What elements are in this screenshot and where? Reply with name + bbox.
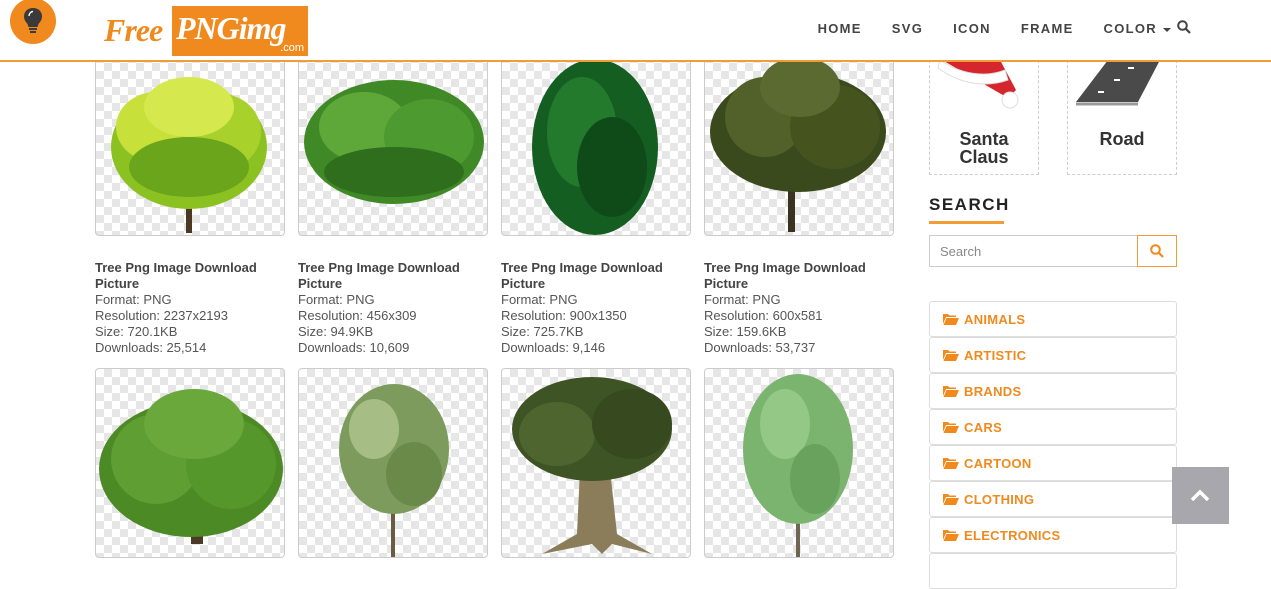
category-label: CARS <box>964 420 1003 435</box>
card-title[interactable]: Tree Png Image Download Picture <box>95 260 285 292</box>
category-card-santa-claus[interactable]: Santa Claus <box>929 60 1039 175</box>
logo-box: PNGimg .com <box>172 6 308 56</box>
card-info-4: Tree Png Image Download Picture Format: … <box>704 260 894 356</box>
category-artistic[interactable]: ARTISTIC <box>929 337 1177 373</box>
conifer-image <box>532 59 658 235</box>
category-label: ARTISTIC <box>964 348 1027 363</box>
baobab-image <box>512 377 672 554</box>
nav-frame[interactable]: FRAME <box>1021 21 1074 36</box>
card-downloads: Downloads: 10,609 <box>298 340 410 355</box>
search-heading: SEARCH <box>929 195 1010 214</box>
image-tile-tree-2[interactable] <box>298 46 488 236</box>
image-tile-tree-6[interactable] <box>298 368 488 558</box>
folder-open-icon <box>943 386 959 397</box>
category-cars[interactable]: CARS <box>929 409 1177 445</box>
caret-down-icon <box>1163 27 1171 32</box>
category-clothing[interactable]: CLOTHING <box>929 481 1177 517</box>
category-label: CARTOON <box>964 456 1032 471</box>
card-format: Format: PNG <box>298 292 375 307</box>
bush-image <box>304 80 484 204</box>
card-resolution: Resolution: 600x581 <box>704 308 823 323</box>
category-label: BRANDS <box>964 384 1022 399</box>
card-size: Size: 159.6KB <box>704 324 787 339</box>
image-tile-tree-4[interactable] <box>704 46 894 236</box>
category-label: ANIMALS <box>964 312 1026 327</box>
card-title[interactable]: Tree Png Image Download Picture <box>298 260 488 292</box>
category-card-road[interactable]: Road <box>1067 60 1177 175</box>
category-brands[interactable]: BRANDS <box>929 373 1177 409</box>
card-resolution: Resolution: 2237x2193 <box>95 308 228 323</box>
category-cartoon[interactable]: CARTOON <box>929 445 1177 481</box>
nav-home[interactable]: HOME <box>818 21 862 36</box>
card-downloads: Downloads: 9,146 <box>501 340 606 355</box>
logo-free-text: Free <box>104 12 163 48</box>
folder-open-icon <box>943 350 959 361</box>
lightbulb-icon[interactable] <box>10 0 56 44</box>
nav-color[interactable]: COLOR <box>1104 21 1171 36</box>
card-size: Size: 94.9KB <box>298 324 374 339</box>
santa-hat-image <box>937 60 1019 109</box>
search-icon <box>1150 244 1164 258</box>
card-resolution: Resolution: 900x1350 <box>501 308 627 323</box>
card-size: Size: 725.7KB <box>501 324 584 339</box>
card-size: Size: 720.1KB <box>95 324 178 339</box>
category-animals[interactable]: ANIMALS <box>929 301 1177 337</box>
category-next[interactable] <box>929 553 1177 589</box>
category-label: ELECTRONICS <box>964 528 1061 543</box>
card-format: Format: PNG <box>704 292 781 307</box>
site-header: Free PNGimg .com HOME SVG ICON FRAME COL… <box>0 0 1271 62</box>
card-info-2: Tree Png Image Download Picture Format: … <box>298 260 488 356</box>
logo-png-text: PNGimg <box>176 10 287 46</box>
search-button[interactable] <box>1137 235 1177 267</box>
tree-image <box>743 374 853 557</box>
category-electronics[interactable]: ELECTRONICS <box>929 517 1177 553</box>
folder-open-icon <box>943 458 959 469</box>
image-tile-tree-3[interactable] <box>501 46 691 236</box>
folder-open-icon <box>943 494 959 505</box>
card-title[interactable]: Tree Png Image Download Picture <box>501 260 691 292</box>
nav-icon[interactable]: ICON <box>953 21 991 36</box>
image-tile-tree-8[interactable] <box>704 368 894 558</box>
card-format: Format: PNG <box>501 292 578 307</box>
search-icon[interactable] <box>1177 20 1191 39</box>
tree-image <box>99 389 283 544</box>
search-input[interactable] <box>929 235 1147 267</box>
heading-underline <box>929 221 1004 224</box>
folder-open-icon <box>943 530 959 541</box>
card-downloads: Downloads: 53,737 <box>704 340 816 355</box>
nav-color-label: COLOR <box>1103 21 1157 36</box>
road-image <box>1076 60 1160 106</box>
tree-image <box>111 77 267 233</box>
nav-svg[interactable]: SVG <box>892 21 923 36</box>
image-tile-tree-1[interactable] <box>95 46 285 236</box>
back-to-top-button[interactable] <box>1172 467 1229 524</box>
image-tile-tree-5[interactable] <box>95 368 285 558</box>
category-label: CLOTHING <box>964 492 1035 507</box>
logo-com-text: .com <box>280 42 304 54</box>
card-format: Format: PNG <box>95 292 172 307</box>
card-info-3: Tree Png Image Download Picture Format: … <box>501 260 691 356</box>
main-nav: HOME SVG ICON FRAME COLOR <box>788 20 1191 36</box>
category-card-label: Santa <box>959 129 1009 149</box>
image-tile-tree-7[interactable] <box>501 368 691 558</box>
category-card-label: Claus <box>959 147 1009 167</box>
card-title[interactable]: Tree Png Image Download Picture <box>704 260 894 292</box>
folder-open-icon <box>943 422 959 433</box>
oak-image <box>710 57 886 232</box>
card-downloads: Downloads: 25,514 <box>95 340 207 355</box>
tree-image <box>339 384 449 557</box>
folder-open-icon <box>943 314 959 325</box>
category-card-label: Road <box>1099 129 1145 149</box>
chevron-up-icon <box>1190 489 1210 501</box>
card-info-1: Tree Png Image Download Picture Format: … <box>95 260 285 356</box>
card-resolution: Resolution: 456x309 <box>298 308 417 323</box>
